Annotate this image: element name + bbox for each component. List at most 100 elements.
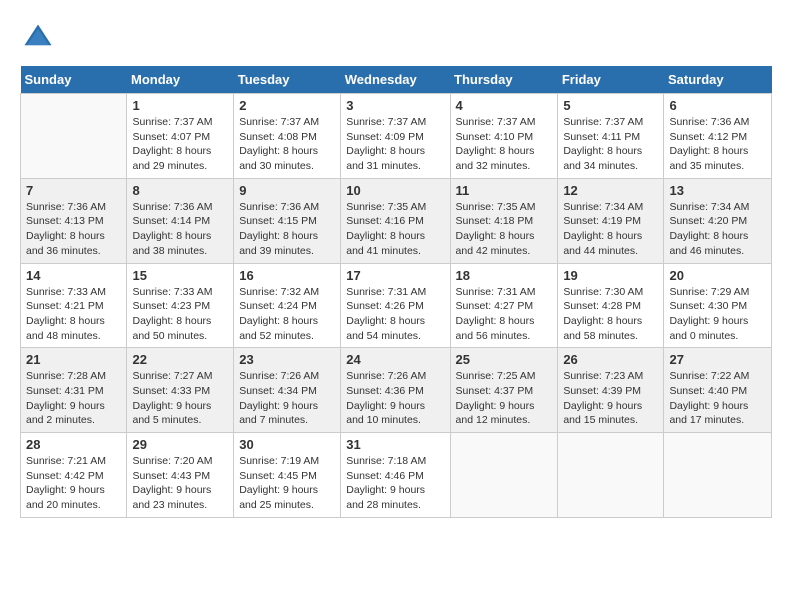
calendar-day-header: Saturday <box>664 66 772 94</box>
day-number: 16 <box>239 268 335 283</box>
calendar-cell: 6 Sunrise: 7:36 AMSunset: 4:12 PMDaylight… <box>664 94 772 179</box>
day-number: 15 <box>132 268 228 283</box>
day-info: Sunrise: 7:31 AMSunset: 4:27 PMDaylight:… <box>456 285 553 344</box>
calendar-header-row: SundayMondayTuesdayWednesdayThursdayFrid… <box>21 66 772 94</box>
day-number: 7 <box>26 183 121 198</box>
logo-icon <box>20 20 56 56</box>
day-info: Sunrise: 7:19 AMSunset: 4:45 PMDaylight:… <box>239 454 335 513</box>
day-number: 3 <box>346 98 444 113</box>
calendar-day-header: Tuesday <box>234 66 341 94</box>
calendar-cell: 13 Sunrise: 7:34 AMSunset: 4:20 PMDayligh… <box>664 178 772 263</box>
calendar-cell: 10 Sunrise: 7:35 AMSunset: 4:16 PMDayligh… <box>341 178 450 263</box>
calendar-day-header: Monday <box>127 66 234 94</box>
day-info: Sunrise: 7:34 AMSunset: 4:20 PMDaylight:… <box>669 200 766 259</box>
day-number: 22 <box>132 352 228 367</box>
day-number: 28 <box>26 437 121 452</box>
calendar-week-row: 21 Sunrise: 7:28 AMSunset: 4:31 PMDayligh… <box>21 348 772 433</box>
day-number: 11 <box>456 183 553 198</box>
day-info: Sunrise: 7:37 AMSunset: 4:09 PMDaylight:… <box>346 115 444 174</box>
day-number: 25 <box>456 352 553 367</box>
calendar-cell: 1 Sunrise: 7:37 AMSunset: 4:07 PMDaylight… <box>127 94 234 179</box>
calendar-cell: 21 Sunrise: 7:28 AMSunset: 4:31 PMDayligh… <box>21 348 127 433</box>
day-number: 6 <box>669 98 766 113</box>
day-number: 10 <box>346 183 444 198</box>
day-info: Sunrise: 7:22 AMSunset: 4:40 PMDaylight:… <box>669 369 766 428</box>
calendar-cell: 7Sunrise: 7:36 AMSunset: 4:13 PMDaylight… <box>21 178 127 263</box>
day-number: 29 <box>132 437 228 452</box>
calendar-cell <box>664 433 772 518</box>
day-info: Sunrise: 7:27 AMSunset: 4:33 PMDaylight:… <box>132 369 228 428</box>
day-info: Sunrise: 7:37 AMSunset: 4:11 PMDaylight:… <box>563 115 658 174</box>
day-info: Sunrise: 7:37 AMSunset: 4:07 PMDaylight:… <box>132 115 228 174</box>
day-info: Sunrise: 7:18 AMSunset: 4:46 PMDaylight:… <box>346 454 444 513</box>
day-info: Sunrise: 7:21 AMSunset: 4:42 PMDaylight:… <box>26 454 121 513</box>
day-number: 20 <box>669 268 766 283</box>
calendar-cell: 29 Sunrise: 7:20 AMSunset: 4:43 PMDayligh… <box>127 433 234 518</box>
calendar-week-row: 14 Sunrise: 7:33 AMSunset: 4:21 PMDayligh… <box>21 263 772 348</box>
calendar-cell: 26 Sunrise: 7:23 AMSunset: 4:39 PMDayligh… <box>558 348 664 433</box>
calendar-cell: 22 Sunrise: 7:27 AMSunset: 4:33 PMDayligh… <box>127 348 234 433</box>
day-number: 17 <box>346 268 444 283</box>
calendar-cell: 9 Sunrise: 7:36 AMSunset: 4:15 PMDaylight… <box>234 178 341 263</box>
calendar-cell: 27Sunrise: 7:22 AMSunset: 4:40 PMDayligh… <box>664 348 772 433</box>
day-info: Sunrise: 7:36 AMSunset: 4:15 PMDaylight:… <box>239 200 335 259</box>
day-info: Sunrise: 7:26 AMSunset: 4:36 PMDaylight:… <box>346 369 444 428</box>
day-info: Sunrise: 7:28 AMSunset: 4:31 PMDaylight:… <box>26 369 121 428</box>
day-info: Sunrise: 7:34 AMSunset: 4:19 PMDaylight:… <box>563 200 658 259</box>
day-info: Sunrise: 7:33 AMSunset: 4:21 PMDaylight:… <box>26 285 121 344</box>
day-info: Sunrise: 7:29 AMSunset: 4:30 PMDaylight:… <box>669 285 766 344</box>
day-number: 21 <box>26 352 121 367</box>
calendar-cell: 23 Sunrise: 7:26 AMSunset: 4:34 PMDayligh… <box>234 348 341 433</box>
day-number: 26 <box>563 352 658 367</box>
day-number: 4 <box>456 98 553 113</box>
day-number: 14 <box>26 268 121 283</box>
day-info: Sunrise: 7:35 AMSunset: 4:18 PMDaylight:… <box>456 200 553 259</box>
calendar-cell: 11 Sunrise: 7:35 AMSunset: 4:18 PMDayligh… <box>450 178 558 263</box>
calendar-cell: 14 Sunrise: 7:33 AMSunset: 4:21 PMDayligh… <box>21 263 127 348</box>
day-info: Sunrise: 7:37 AMSunset: 4:08 PMDaylight:… <box>239 115 335 174</box>
day-info: Sunrise: 7:35 AMSunset: 4:16 PMDaylight:… <box>346 200 444 259</box>
calendar-cell: 3 Sunrise: 7:37 AMSunset: 4:09 PMDaylight… <box>341 94 450 179</box>
calendar-cell: 17 Sunrise: 7:31 AMSunset: 4:26 PMDayligh… <box>341 263 450 348</box>
calendar-cell: 20 Sunrise: 7:29 AMSunset: 4:30 PMDayligh… <box>664 263 772 348</box>
day-number: 1 <box>132 98 228 113</box>
day-number: 18 <box>456 268 553 283</box>
day-number: 24 <box>346 352 444 367</box>
calendar-cell: 5 Sunrise: 7:37 AMSunset: 4:11 PMDaylight… <box>558 94 664 179</box>
calendar-cell <box>558 433 664 518</box>
day-number: 31 <box>346 437 444 452</box>
calendar-cell: 31 Sunrise: 7:18 AMSunset: 4:46 PMDayligh… <box>341 433 450 518</box>
calendar-day-header: Friday <box>558 66 664 94</box>
day-info: Sunrise: 7:20 AMSunset: 4:43 PMDaylight:… <box>132 454 228 513</box>
calendar-cell <box>450 433 558 518</box>
calendar-day-header: Sunday <box>21 66 127 94</box>
calendar-cell: 28 Sunrise: 7:21 AMSunset: 4:42 PMDayligh… <box>21 433 127 518</box>
day-number: 23 <box>239 352 335 367</box>
day-info: Sunrise: 7:26 AMSunset: 4:34 PMDaylight:… <box>239 369 335 428</box>
day-number: 13 <box>669 183 766 198</box>
day-info: Sunrise: 7:36 AMSunset: 4:14 PMDaylight:… <box>132 200 228 259</box>
calendar-cell <box>21 94 127 179</box>
calendar-cell: 12Sunrise: 7:34 AMSunset: 4:19 PMDayligh… <box>558 178 664 263</box>
calendar-cell: 30Sunrise: 7:19 AMSunset: 4:45 PMDayligh… <box>234 433 341 518</box>
calendar-day-header: Wednesday <box>341 66 450 94</box>
day-number: 5 <box>563 98 658 113</box>
calendar-cell: 2Sunrise: 7:37 AMSunset: 4:08 PMDaylight… <box>234 94 341 179</box>
calendar-cell: 8 Sunrise: 7:36 AMSunset: 4:14 PMDaylight… <box>127 178 234 263</box>
calendar-cell: 18 Sunrise: 7:31 AMSunset: 4:27 PMDayligh… <box>450 263 558 348</box>
day-info: Sunrise: 7:37 AMSunset: 4:10 PMDaylight:… <box>456 115 553 174</box>
day-info: Sunrise: 7:32 AMSunset: 4:24 PMDaylight:… <box>239 285 335 344</box>
calendar-week-row: 28 Sunrise: 7:21 AMSunset: 4:42 PMDayligh… <box>21 433 772 518</box>
calendar-table: SundayMondayTuesdayWednesdayThursdayFrid… <box>20 66 772 518</box>
day-info: Sunrise: 7:36 AMSunset: 4:12 PMDaylight:… <box>669 115 766 174</box>
calendar-cell: 25Sunrise: 7:25 AMSunset: 4:37 PMDayligh… <box>450 348 558 433</box>
day-info: Sunrise: 7:31 AMSunset: 4:26 PMDaylight:… <box>346 285 444 344</box>
day-info: Sunrise: 7:30 AMSunset: 4:28 PMDaylight:… <box>563 285 658 344</box>
page-header <box>20 20 772 56</box>
day-number: 8 <box>132 183 228 198</box>
day-number: 9 <box>239 183 335 198</box>
day-number: 19 <box>563 268 658 283</box>
logo <box>20 20 60 56</box>
day-info: Sunrise: 7:23 AMSunset: 4:39 PMDaylight:… <box>563 369 658 428</box>
calendar-cell: 19 Sunrise: 7:30 AMSunset: 4:28 PMDayligh… <box>558 263 664 348</box>
